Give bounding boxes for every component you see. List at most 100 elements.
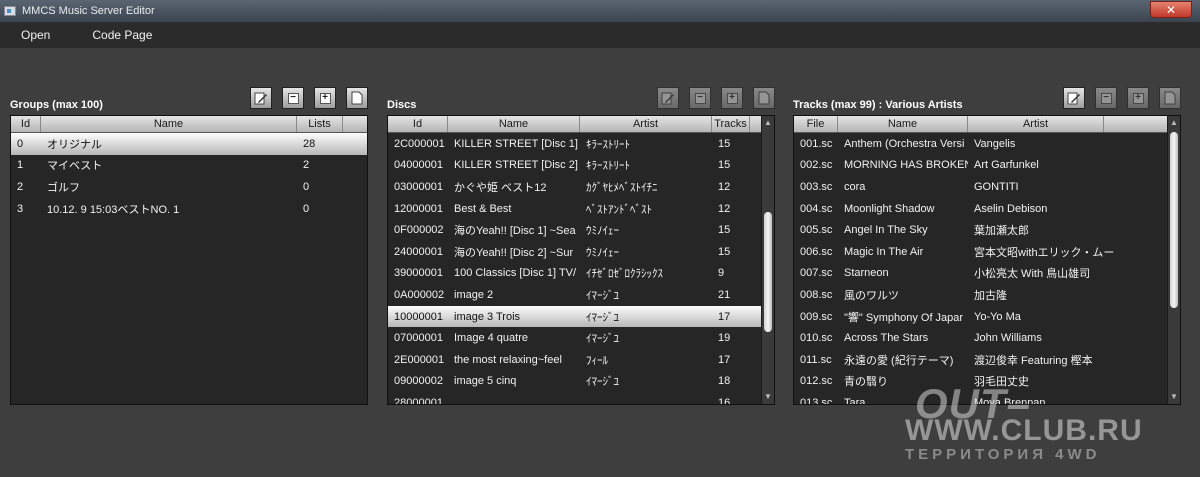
scroll-up-icon[interactable]: ▲ bbox=[1170, 119, 1178, 127]
table-cell: 12000001 bbox=[394, 202, 443, 215]
discs-title: Discs bbox=[387, 99, 417, 111]
groups-copy-button[interactable] bbox=[346, 87, 368, 109]
table-row[interactable]: 010.sc Across The Stars John Williams bbox=[794, 327, 1168, 349]
table-cell: 007.sc bbox=[800, 267, 833, 280]
groups-table-header: Id Name Lists bbox=[11, 116, 367, 133]
table-row[interactable]: 04000001 KILLER STREET [Disc 2] ｷﾗｰｽﾄﾘｰﾄ 15 bbox=[388, 155, 762, 177]
discs-edit-button[interactable] bbox=[657, 87, 679, 109]
column-header-tracks[interactable]: Tracks bbox=[712, 116, 750, 132]
table-row[interactable]: 003.sc cora GONTITI bbox=[794, 176, 1168, 198]
table-row[interactable]: 001.sc Anthem (Orchestra Versi Vangelis bbox=[794, 133, 1168, 155]
table-cell: Starneon bbox=[844, 267, 889, 280]
table-cell: 002.sc bbox=[800, 159, 833, 172]
table-row[interactable]: 0 オリジナル 28 bbox=[11, 133, 367, 155]
table-cell: 21 bbox=[718, 288, 731, 301]
scroll-down-icon[interactable]: ▼ bbox=[1170, 393, 1178, 401]
page-icon bbox=[351, 91, 363, 105]
page-icon bbox=[758, 91, 770, 105]
discs-table: Id Name Artist Tracks 2C000001 KILLER STR… bbox=[387, 115, 775, 405]
scroll-up-icon[interactable]: ▲ bbox=[764, 119, 772, 127]
tracks-edit-button[interactable] bbox=[1063, 87, 1085, 109]
discs-scrollbar[interactable]: ▲ ▼ bbox=[761, 116, 774, 404]
table-cell: the most relaxing~feel bbox=[454, 353, 562, 366]
discs-add-button[interactable]: + bbox=[721, 87, 743, 109]
table-row[interactable]: 12000001 Best & Best ﾍﾞｽﾄｱﾝﾄﾞﾍﾞｽﾄ 12 bbox=[388, 198, 762, 220]
tracks-scrollbar[interactable]: ▲ ▼ bbox=[1167, 116, 1180, 404]
title-bar: MMCS Music Server Editor ✕ bbox=[0, 0, 1200, 22]
table-cell: ｷﾗｰｽﾄﾘｰﾄ bbox=[586, 160, 630, 173]
tracks-add-button[interactable]: + bbox=[1127, 87, 1149, 109]
table-row[interactable]: 006.sc Magic In The Air 宮本文昭withエリック・ムー bbox=[794, 241, 1168, 263]
table-cell: 15 bbox=[718, 224, 731, 237]
column-header-name[interactable]: Name bbox=[838, 116, 968, 132]
table-row[interactable]: 009.sc "響" Symphony Of Japar Yo-Yo Ma bbox=[794, 306, 1168, 328]
column-header-lists[interactable]: Lists bbox=[297, 116, 343, 132]
scroll-thumb[interactable] bbox=[1170, 132, 1178, 308]
column-header-name[interactable]: Name bbox=[41, 116, 297, 132]
table-row[interactable]: 1 マイベスト 2 bbox=[11, 155, 367, 177]
table-cell: Angel In The Sky bbox=[844, 224, 928, 237]
table-row[interactable]: 09000002 image 5 cinq ｲﾏｰｼﾞﾕ 18 bbox=[388, 371, 762, 393]
discs-remove-button[interactable]: − bbox=[689, 87, 711, 109]
table-row[interactable]: 24000001 海のYeah!! [Disc 2] ~Sur ｳﾐﾉｲｪｰ 15 bbox=[388, 241, 762, 263]
table-row[interactable]: 002.sc MORNING HAS BROKEN Art Garfunkel bbox=[794, 155, 1168, 177]
table-cell: 04000001 bbox=[394, 159, 443, 172]
plus-icon: + bbox=[1132, 92, 1144, 104]
table-cell: ﾍﾞｽﾄｱﾝﾄﾞﾍﾞｽﾄ bbox=[586, 203, 652, 216]
table-row[interactable]: 007.sc Starneon 小松亮太 With 鳥山雄司 bbox=[794, 263, 1168, 285]
groups-title: Groups (max 100) bbox=[10, 99, 103, 111]
table-row[interactable]: 0A000002 image 2 ｲﾏｰｼﾞﾕ 21 bbox=[388, 284, 762, 306]
table-cell: 15 bbox=[718, 159, 731, 172]
table-row[interactable]: 2E000001 the most relaxing~feel ﾌｨｰﾙ 17 bbox=[388, 349, 762, 371]
table-cell: 17 bbox=[718, 353, 731, 366]
table-row[interactable]: 0F000002 海のYeah!! [Disc 1] ~Sea ｳﾐﾉｲｪｰ 15 bbox=[388, 219, 762, 241]
column-header-artist[interactable]: Artist bbox=[580, 116, 712, 132]
column-header-artist[interactable]: Artist bbox=[968, 116, 1104, 132]
column-header-id[interactable]: Id bbox=[11, 116, 41, 132]
table-cell: 0A000002 bbox=[394, 288, 445, 301]
column-header-id[interactable]: Id bbox=[388, 116, 448, 132]
table-cell: Across The Stars bbox=[844, 332, 929, 345]
table-row[interactable]: 3 10.12. 9 15:03ベストNO. 1 0 bbox=[11, 198, 367, 220]
groups-add-button[interactable]: + bbox=[314, 87, 336, 109]
discs-copy-button[interactable] bbox=[753, 87, 775, 109]
table-row[interactable]: 004.sc Moonlight Shadow Aselin Debison bbox=[794, 198, 1168, 220]
table-cell: 004.sc bbox=[800, 202, 833, 215]
table-row[interactable]: 2C000001 KILLER STREET [Disc 1] ｷﾗｰｽﾄﾘｰﾄ 15 bbox=[388, 133, 762, 155]
table-cell: 宮本文昭withエリック・ムー bbox=[974, 246, 1115, 259]
table-row[interactable]: 2 ゴルフ 0 bbox=[11, 176, 367, 198]
tracks-remove-button[interactable]: − bbox=[1095, 87, 1117, 109]
table-cell: 16 bbox=[718, 396, 731, 405]
groups-remove-button[interactable]: − bbox=[282, 87, 304, 109]
table-row[interactable]: 28000001 16 bbox=[388, 392, 762, 405]
table-cell: 渡辺俊幸 Featuring 樫本 bbox=[974, 354, 1093, 367]
scroll-thumb[interactable] bbox=[764, 212, 772, 332]
table-cell: 2E000001 bbox=[394, 353, 445, 366]
table-row[interactable]: 03000001 かぐや姫 ベスト12 ｶｸﾞﾔﾋﾒﾍﾞｽﾄｲﾁﾆ 12 bbox=[388, 176, 762, 198]
table-cell: 小松亮太 With 鳥山雄司 bbox=[974, 268, 1091, 281]
menu-open[interactable]: Open bbox=[0, 28, 71, 42]
scroll-down-icon[interactable]: ▼ bbox=[764, 393, 772, 401]
table-cell: Yo-Yo Ma bbox=[974, 310, 1021, 323]
tracks-copy-button[interactable] bbox=[1159, 87, 1181, 109]
table-row[interactable]: 07000001 Image 4 quatre ｲﾏｰｼﾞﾕ 19 bbox=[388, 327, 762, 349]
table-cell: 0F000002 bbox=[394, 224, 444, 237]
tracks-title: Tracks (max 99) : Various Artists bbox=[793, 99, 963, 111]
table-row[interactable]: 011.sc 永遠の愛 (紀行テーマ) 渡辺俊幸 Featuring 樫本 bbox=[794, 349, 1168, 371]
table-row[interactable]: 005.sc Angel In The Sky 葉加瀬太郎 bbox=[794, 219, 1168, 241]
table-row[interactable]: 39000001 100 Classics [Disc 1] TV/ｲﾁｾﾞﾛｾﾞ… bbox=[388, 263, 762, 285]
column-header-file[interactable]: File bbox=[794, 116, 838, 132]
column-header-name[interactable]: Name bbox=[448, 116, 580, 132]
menu-code-page[interactable]: Code Page bbox=[71, 28, 173, 42]
groups-edit-button[interactable] bbox=[250, 87, 272, 109]
table-cell: 12 bbox=[718, 202, 731, 215]
table-cell: 009.sc bbox=[800, 310, 833, 323]
table-row[interactable]: 008.sc 風のワルツ 加古隆 bbox=[794, 284, 1168, 306]
table-cell: 100 Classics [Disc 1] TV/ bbox=[454, 267, 577, 280]
table-cell: Best & Best bbox=[454, 202, 512, 215]
table-row[interactable]: 10000001 image 3 Trois ｲﾏｰｼﾞﾕ 17 bbox=[388, 305, 762, 328]
groups-panel: Groups (max 100) − + Id Name Lists 0 オリジ… bbox=[10, 87, 368, 405]
tracks-table-header: File Name Artist bbox=[794, 116, 1168, 133]
table-cell: ｲﾏｰｼﾞﾕ bbox=[586, 311, 619, 324]
close-button[interactable]: ✕ bbox=[1150, 1, 1192, 18]
